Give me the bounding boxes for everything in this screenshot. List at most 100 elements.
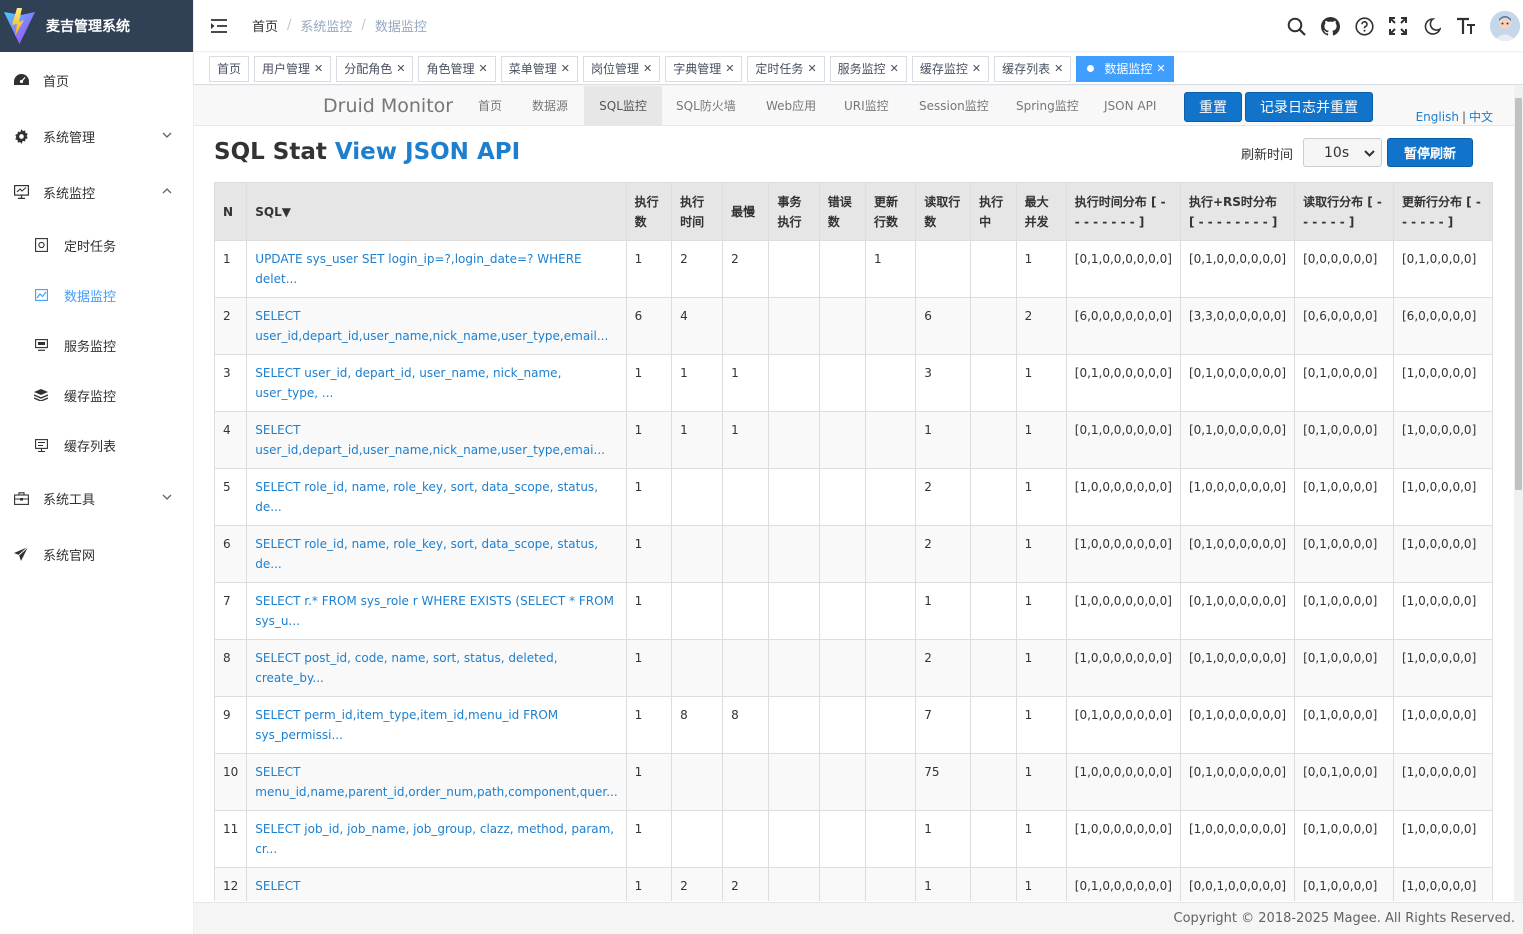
column-header[interactable]: 执行数: [625, 182, 673, 241]
table-cell: 1: [1015, 525, 1067, 583]
sql-link[interactable]: SELECT role_id, name, role_key, sort, da…: [255, 480, 598, 514]
close-icon[interactable]: ✕: [314, 62, 323, 75]
column-header[interactable]: 执行时间分布 [ - - - - - - - - ]: [1065, 182, 1181, 241]
tag-menu[interactable]: 菜单管理 ✕: [500, 55, 578, 82]
druid-nav-spring[interactable]: Spring监控: [1016, 86, 1079, 125]
sql-link[interactable]: SELECT role_id, name, role_key, sort, da…: [255, 537, 598, 571]
help-icon[interactable]: [1354, 16, 1374, 36]
table-cell: [1,0,0,0,0,0]: [1393, 411, 1493, 469]
sidebar-subitem-druid[interactable]: 数据监控: [0, 270, 193, 320]
close-icon[interactable]: ✕: [972, 62, 981, 75]
table-cell: 4: [671, 297, 724, 355]
close-icon[interactable]: ✕: [396, 62, 405, 75]
sidebar-item-home[interactable]: 首页: [0, 52, 193, 108]
breadcrumb-item[interactable]: 首页: [252, 16, 278, 35]
druid-nav-webapp[interactable]: Web应用: [766, 86, 816, 125]
sidebar-item-tools[interactable]: 系统工具: [0, 470, 193, 526]
table-cell: 1: [671, 354, 724, 412]
sidebar-subitem-server[interactable]: 服务监控: [0, 320, 193, 370]
sidebar-subitem-cache[interactable]: 缓存监控: [0, 370, 193, 420]
column-header[interactable]: 最慢: [722, 182, 770, 241]
sql-link[interactable]: SELECT job_id, job_name, job_group, claz…: [255, 822, 614, 856]
druid-nav-wall[interactable]: SQL防火墙: [676, 86, 736, 125]
tag-assign-role[interactable]: 分配角色 ✕: [336, 55, 414, 82]
close-icon[interactable]: ✕: [890, 62, 899, 75]
tag-post[interactable]: 岗位管理 ✕: [582, 55, 661, 82]
reset-button[interactable]: 重置: [1184, 92, 1242, 122]
close-icon[interactable]: ✕: [1054, 62, 1063, 75]
close-icon[interactable]: ✕: [1156, 62, 1165, 75]
tag-home[interactable]: 首页: [209, 55, 250, 82]
tag-cache[interactable]: 缓存监控 ✕: [911, 55, 990, 82]
search-icon[interactable]: [1286, 16, 1306, 36]
sql-link[interactable]: SELECT user_id,depart_id,user_name,nick_…: [255, 309, 608, 343]
column-header[interactable]: N: [213, 182, 248, 241]
druid-nav-session[interactable]: Session监控: [919, 86, 989, 125]
sidebar-subitem-job[interactable]: 定时任务: [0, 220, 193, 270]
tag-job[interactable]: 定时任务 ✕: [747, 55, 825, 82]
column-header[interactable]: 执行中: [970, 182, 1017, 241]
druid-nav-json-api[interactable]: JSON API: [1104, 86, 1156, 125]
sidebar-item-system[interactable]: 系统管理: [0, 108, 193, 164]
view-json-api-link[interactable]: View JSON API: [335, 139, 520, 165]
column-header[interactable]: 读取行数: [915, 182, 972, 241]
app-logo[interactable]: 麦吉管理系统: [0, 0, 193, 52]
druid-nav-home[interactable]: 首页: [478, 86, 502, 125]
table-cell: 1: [625, 354, 673, 412]
hamburger-icon[interactable]: [210, 18, 228, 34]
scrollbar[interactable]: [1514, 86, 1523, 901]
sidebar-item-website[interactable]: 系统官网: [0, 526, 193, 582]
scrollbar-thumb[interactable]: [1515, 98, 1522, 490]
column-header[interactable]: 更新行数: [864, 182, 917, 241]
font-size-icon[interactable]: [1456, 16, 1476, 36]
sql-link[interactable]: UPDATE sys_user SET login_ip=?,login_dat…: [255, 252, 581, 286]
column-header[interactable]: 错误数: [818, 182, 866, 241]
close-icon[interactable]: ✕: [807, 62, 816, 75]
tag-user[interactable]: 用户管理 ✕: [254, 55, 332, 82]
column-header[interactable]: 最大并发: [1015, 182, 1067, 241]
fullscreen-icon[interactable]: [1388, 16, 1408, 36]
close-icon[interactable]: ✕: [561, 62, 570, 75]
tag-cache-list[interactable]: 缓存列表 ✕: [994, 55, 1072, 82]
github-icon[interactable]: [1320, 16, 1340, 36]
table-cell: [0,1,0,0,0,0,0,0]: [1065, 240, 1181, 298]
tag-server[interactable]: 服务监控 ✕: [829, 55, 907, 82]
table-cell: [768, 297, 820, 355]
close-icon[interactable]: ✕: [479, 62, 488, 75]
dark-mode-icon[interactable]: [1422, 16, 1442, 36]
sidebar-subitem-cachelist[interactable]: 缓存列表: [0, 420, 193, 470]
tag-druid[interactable]: 数据监控 ✕: [1076, 55, 1174, 82]
tag-role[interactable]: 角色管理 ✕: [418, 55, 496, 82]
sql-link[interactable]: SELECT post_id, code, name, sort, status…: [255, 651, 557, 685]
table-cell: [768, 582, 820, 640]
sql-link[interactable]: SELECT menu_id,name,parent_id,order_num,…: [255, 765, 617, 799]
sql-link[interactable]: SELECT r.* FROM sys_role r WHERE EXISTS …: [255, 594, 614, 628]
table-cell: [818, 696, 866, 754]
close-icon[interactable]: ✕: [643, 62, 652, 75]
refresh-interval-select[interactable]: 10s: [1303, 138, 1382, 167]
druid-nav-uri[interactable]: URI监控: [844, 86, 889, 125]
druid-brand[interactable]: Druid Monitor: [323, 95, 453, 117]
sql-link[interactable]: SELECT user_id, depart_id, user_name, ni…: [255, 366, 561, 400]
druid-nav-datasource[interactable]: 数据源: [532, 86, 568, 125]
column-header[interactable]: 执行+RS时分布 [ - - - - - - - - ]: [1179, 182, 1296, 241]
column-header[interactable]: 读取行分布 [ - - - - - - ]: [1294, 182, 1394, 241]
column-header[interactable]: SQL▼: [246, 182, 627, 241]
lang-english[interactable]: English: [1416, 110, 1459, 124]
avatar[interactable]: [1490, 11, 1520, 41]
tag-dict[interactable]: 字典管理 ✕: [665, 55, 743, 82]
table-cell: 1: [915, 867, 972, 901]
table-cell: 1: [213, 240, 248, 298]
close-icon[interactable]: ✕: [725, 62, 734, 75]
druid-nav-sql[interactable]: SQL监控: [584, 86, 662, 125]
sidebar-item-monitor[interactable]: 系统监控: [0, 164, 193, 220]
sql-link[interactable]: SELECT perm_id,item_type,item_id,menu_id…: [255, 708, 558, 742]
column-header[interactable]: 执行时间: [671, 182, 724, 241]
column-header[interactable]: 事务执行: [768, 182, 820, 241]
column-header[interactable]: 更新行分布 [ - - - - - - ]: [1393, 182, 1493, 241]
sql-link[interactable]: SELECT: [255, 879, 300, 893]
pause-refresh-button[interactable]: 暂停刷新: [1387, 138, 1473, 167]
log-and-reset-button[interactable]: 记录日志并重置: [1245, 92, 1373, 122]
lang-chinese[interactable]: 中文: [1469, 110, 1493, 124]
sql-link[interactable]: SELECT user_id,depart_id,user_name,nick_…: [255, 423, 605, 457]
